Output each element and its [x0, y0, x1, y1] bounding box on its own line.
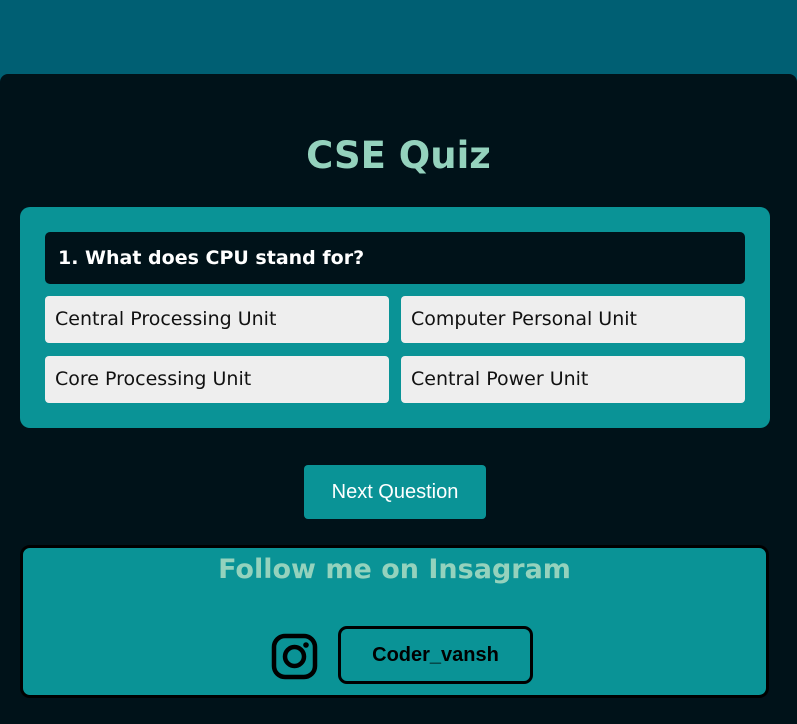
answer-option-4[interactable]: Central Power Unit — [401, 356, 745, 403]
instagram-handle-button[interactable]: Coder_vansh — [338, 626, 533, 684]
next-question-button[interactable]: Next Question — [304, 465, 486, 519]
instagram-icon[interactable] — [271, 633, 318, 680]
follow-title: Follow me on Insagram — [218, 554, 571, 585]
answer-option-3[interactable]: Core Processing Unit — [45, 356, 389, 403]
answer-option-1[interactable]: Central Processing Unit — [45, 296, 389, 343]
page: CSE Quiz 1. What does CPU stand for? Cen… — [0, 0, 797, 724]
quiz-title: CSE Quiz — [306, 134, 491, 177]
question-text: 1. What does CPU stand for? — [45, 232, 745, 284]
answer-option-2[interactable]: Computer Personal Unit — [401, 296, 745, 343]
